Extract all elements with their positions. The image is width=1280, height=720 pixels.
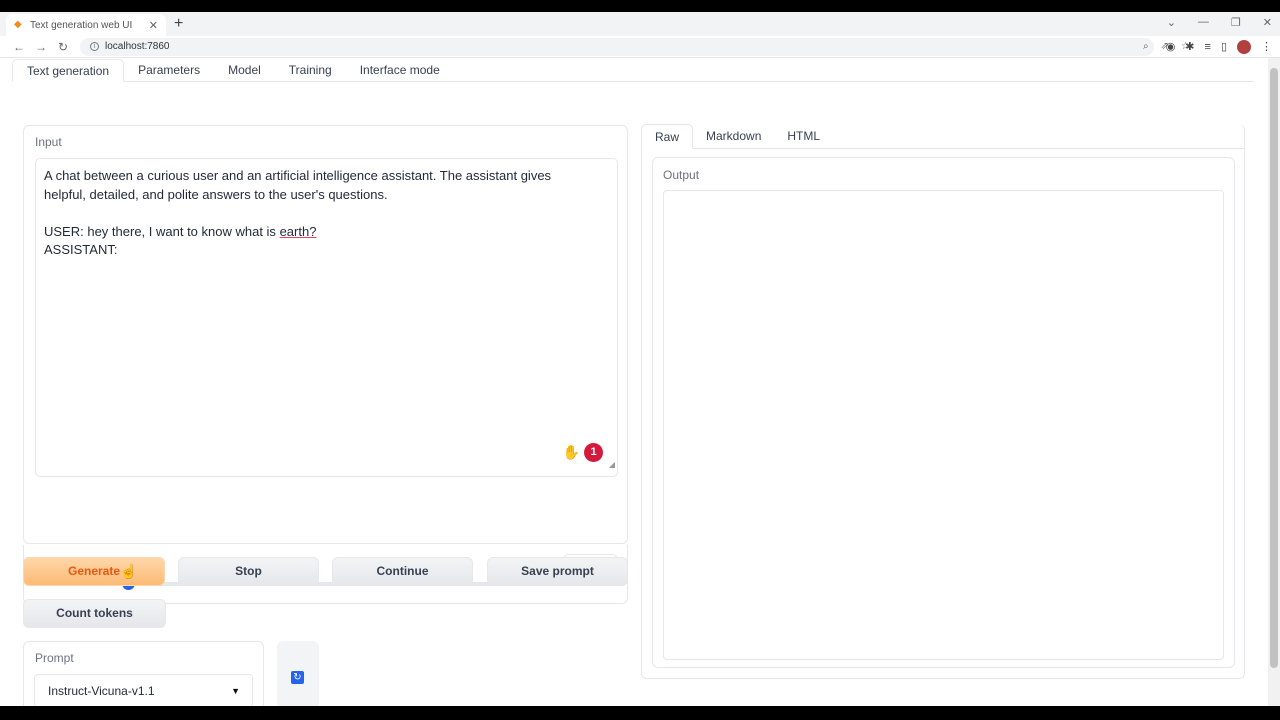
- tab-parameters[interactable]: Parameters: [124, 59, 214, 82]
- input-line-text: USER: hey there, I want to know what is: [44, 223, 280, 239]
- back-icon[interactable]: ←: [8, 40, 30, 54]
- browser-tab[interactable]: ◆ Text generation web UI ✕: [6, 14, 166, 36]
- close-tab-icon[interactable]: ✕: [149, 19, 158, 32]
- grammarly-widget[interactable]: ✋ 1: [563, 443, 603, 462]
- grammarly-badge[interactable]: 1: [584, 443, 603, 462]
- browser-tab-title: Text generation web UI: [30, 19, 133, 31]
- prompt-label: Prompt: [35, 651, 74, 665]
- profile-avatar[interactable]: [1237, 39, 1251, 54]
- output-tabs: Raw Markdown HTML: [641, 124, 1245, 149]
- continue-button[interactable]: Continue: [332, 557, 473, 586]
- input-panel: Input A chat between a curious user and …: [23, 125, 628, 544]
- app-root: Text generation Parameters Model Trainin…: [0, 58, 1280, 706]
- input-label: Input: [35, 135, 62, 149]
- tab-html[interactable]: HTML: [774, 124, 833, 149]
- spellcheck-word[interactable]: earth?: [280, 224, 317, 239]
- url-actions: ⌕ ⇗ ☆: [1143, 41, 1190, 52]
- zoom-icon[interactable]: ⌕: [1143, 41, 1149, 52]
- url-field[interactable]: i localhost:7860 ⌕ ⇗ ☆: [80, 37, 1190, 56]
- url-text: localhost:7860: [105, 41, 170, 52]
- browser-window: ◆ Text generation web UI ✕ + ⌄ — ❐ ✕ ← →…: [0, 12, 1280, 706]
- share-icon[interactable]: ⇗: [1161, 41, 1169, 52]
- stop-button[interactable]: Stop: [178, 557, 319, 586]
- input-line: helpful, detailed, and polite answers to…: [44, 186, 388, 202]
- input-line: USER: hey there, I want to know what is …: [44, 223, 609, 242]
- tab-interface-mode[interactable]: Interface mode: [346, 59, 454, 82]
- sidepanel-icon[interactable]: ▯: [1221, 40, 1227, 53]
- address-bar: ← → ↻ i localhost:7860 ⌕ ⇗ ☆ ◉ ✱ ≡ ▯ ⋮: [0, 36, 1280, 58]
- refresh-button[interactable]: ↻: [277, 641, 319, 706]
- mouse-cursor-icon: ☝: [120, 563, 138, 579]
- input-line: A chat between a curious user and an art…: [44, 168, 552, 183]
- forward-icon[interactable]: →: [30, 40, 52, 54]
- new-tab-button[interactable]: +: [174, 15, 183, 33]
- count-tokens-button[interactable]: Count tokens: [23, 599, 166, 628]
- tab-model[interactable]: Model: [214, 59, 275, 82]
- generate-button[interactable]: Generate: [23, 557, 165, 586]
- resize-handle-icon[interactable]: ◢: [609, 456, 615, 475]
- reload-icon[interactable]: ↻: [52, 40, 74, 54]
- menu-kebab-icon[interactable]: ⋮: [1261, 40, 1272, 53]
- window-controls: ⌄ — ❐ ✕: [1167, 16, 1272, 29]
- app-favicon-icon: ◆: [14, 19, 22, 30]
- handshake-icon[interactable]: ✋: [563, 443, 580, 462]
- prompt-panel: Prompt Instruct-Vicuna-v1.1 ▼: [23, 641, 264, 706]
- dropdown-caret-icon[interactable]: ▼: [231, 675, 240, 706]
- output-box: Output: [652, 157, 1235, 668]
- tab-raw[interactable]: Raw: [641, 124, 694, 149]
- tab-search-icon[interactable]: ⌄: [1167, 16, 1176, 29]
- output-label: Output: [663, 168, 700, 182]
- media-icon[interactable]: ≡: [1205, 41, 1211, 53]
- site-info-icon[interactable]: i: [90, 42, 99, 51]
- tab-markdown[interactable]: Markdown: [693, 124, 774, 149]
- main-tabs: Text generation Parameters Model Trainin…: [12, 59, 1254, 82]
- tab-text-generation[interactable]: Text generation: [12, 59, 125, 82]
- prompt-selected-value: Instruct-Vicuna-v1.1: [48, 684, 155, 698]
- restore-icon[interactable]: ❐: [1231, 16, 1241, 29]
- refresh-icon[interactable]: ↻: [291, 671, 304, 684]
- input-line: ASSISTANT:: [44, 242, 118, 258]
- close-window-icon[interactable]: ✕: [1263, 16, 1272, 29]
- save-prompt-button[interactable]: Save prompt: [487, 557, 628, 586]
- input-line: [44, 204, 609, 223]
- tab-training[interactable]: Training: [275, 59, 346, 82]
- page-scrollbar[interactable]: [1268, 58, 1280, 706]
- input-textarea[interactable]: A chat between a curious user and an art…: [35, 158, 618, 477]
- prompt-select[interactable]: Instruct-Vicuna-v1.1 ▼: [34, 674, 253, 706]
- output-textarea[interactable]: [663, 190, 1224, 660]
- bookmark-star-icon[interactable]: ☆: [1181, 41, 1190, 52]
- minimize-icon[interactable]: —: [1198, 16, 1209, 29]
- browser-tabstrip: ◆ Text generation web UI ✕ + ⌄ — ❐ ✕: [0, 12, 1280, 36]
- scrollbar-thumb[interactable]: [1270, 68, 1278, 668]
